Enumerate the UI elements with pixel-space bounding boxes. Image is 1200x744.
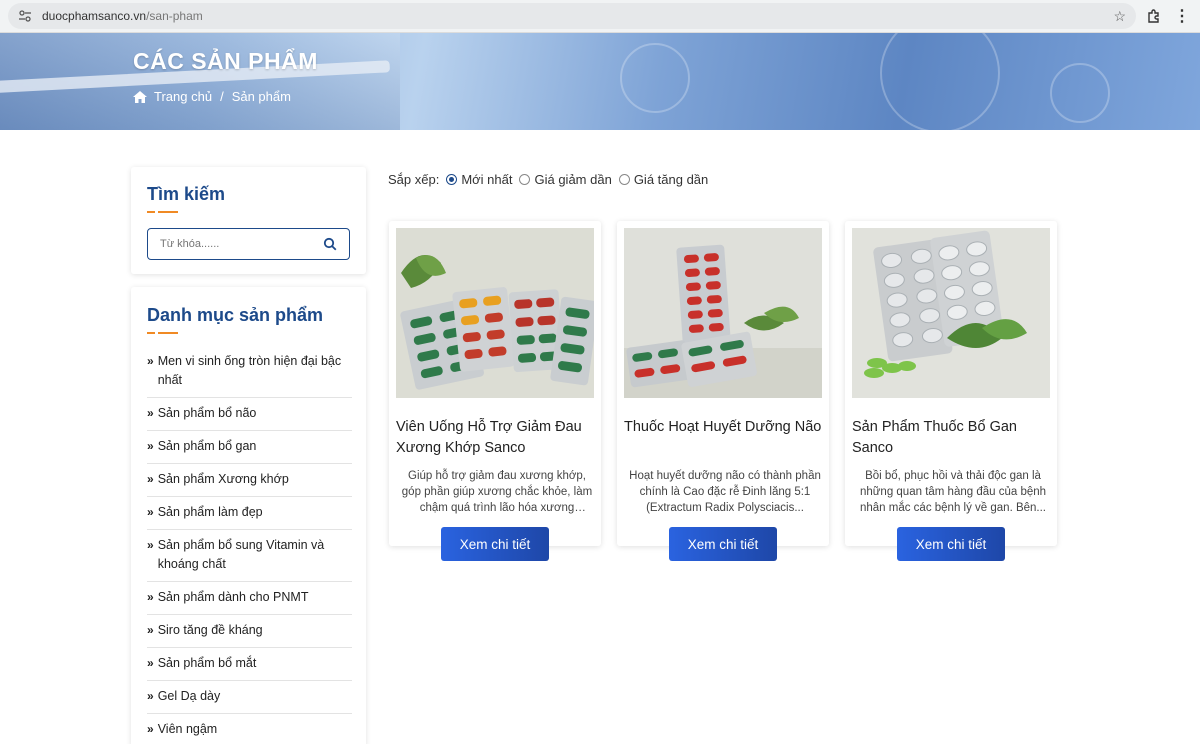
category-widget: Danh mục sản phẩm » Men vi sinh ống tròn … bbox=[131, 287, 366, 744]
category-list: » Men vi sinh ống tròn hiện đại bậc nhất … bbox=[147, 346, 352, 744]
product-description: Hoạt huyết dưỡng não có thành phần chính… bbox=[629, 470, 821, 514]
search-widget: Tìm kiếm bbox=[131, 167, 366, 274]
category-item[interactable]: » Sản phẩm Xương khớp bbox=[147, 464, 352, 497]
category-item[interactable]: » Sản phẩm bổ gan bbox=[147, 431, 352, 464]
category-item[interactable]: » Viên ngậm bbox=[147, 714, 352, 744]
sort-bar: Sắp xếp: Mới nhất Giá giảm dần Giá tăng … bbox=[388, 172, 708, 187]
product-card[interactable]: Viên Uống Hỗ Trợ Giảm Đau Xương Khớp San… bbox=[389, 221, 601, 561]
bookmark-star-icon[interactable]: ☆ bbox=[1113, 8, 1126, 25]
search-widget-title: Tìm kiếm bbox=[147, 184, 226, 204]
browser-menu-icon[interactable]: ⋮ bbox=[1172, 6, 1192, 26]
category-item[interactable]: » Sản phẩm bổ não bbox=[147, 398, 352, 431]
site-info-icon[interactable] bbox=[18, 9, 32, 23]
category-item[interactable]: » Gel Dạ dày bbox=[147, 681, 352, 714]
product-image[interactable] bbox=[396, 228, 594, 398]
title-underline bbox=[147, 211, 350, 213]
view-detail-button[interactable]: Xem chi tiết bbox=[441, 527, 549, 561]
double-chevron-right-icon: » bbox=[147, 538, 154, 552]
address-bar[interactable]: duocphamsanco.vn/san-pham ☆ bbox=[8, 3, 1136, 29]
url-text: duocphamsanco.vn/san-pham bbox=[42, 9, 203, 23]
view-detail-button[interactable]: Xem chi tiết bbox=[897, 527, 1005, 561]
view-detail-button[interactable]: Xem chi tiết bbox=[669, 527, 777, 561]
search-icon[interactable] bbox=[323, 237, 337, 251]
banner-molecule-decoration bbox=[1050, 63, 1110, 123]
product-name[interactable]: Viên Uống Hỗ Trợ Giảm Đau Xương Khớp San… bbox=[396, 417, 596, 459]
double-chevron-right-icon: » bbox=[147, 689, 154, 703]
main-content: Tìm kiếm Danh mục sản phẩm »Men vi sinh … bbox=[0, 130, 1200, 744]
product-description: Giúp hỗ trợ giảm đau xương khớp, góp phầ… bbox=[401, 470, 593, 514]
double-chevron-right-icon: » bbox=[147, 590, 154, 604]
search-field[interactable] bbox=[147, 228, 350, 260]
breadcrumb-current: Sản phẩm bbox=[231, 89, 291, 104]
category-widget-title: Danh mục sản phẩm bbox=[147, 305, 324, 325]
category-item[interactable]: » Sản phẩm dành cho PNMT bbox=[147, 582, 352, 615]
home-icon bbox=[133, 90, 147, 103]
extensions-icon[interactable] bbox=[1136, 8, 1172, 24]
product-name[interactable]: Sản Phẩm Thuốc Bổ Gan Sanco bbox=[852, 417, 1052, 459]
double-chevron-right-icon: » bbox=[147, 354, 154, 368]
double-chevron-right-icon: » bbox=[147, 623, 154, 637]
product-name[interactable]: Thuốc Hoạt Huyết Dưỡng Não bbox=[624, 417, 824, 438]
sort-option-price-desc[interactable]: Giá giảm dần bbox=[519, 172, 612, 187]
product-card[interactable]: Thuốc Hoạt Huyết Dưỡng Não Hoạt huyết dư… bbox=[617, 221, 829, 561]
double-chevron-right-icon: » bbox=[147, 722, 154, 736]
category-item[interactable]: » Sản phẩm làm đẹp bbox=[147, 497, 352, 530]
sort-option-price-asc[interactable]: Giá tăng dần bbox=[618, 172, 708, 187]
double-chevron-right-icon: » bbox=[147, 406, 154, 420]
product-image[interactable] bbox=[852, 228, 1050, 398]
browser-toolbar: duocphamsanco.vn/san-pham ☆ ⋮ bbox=[0, 0, 1200, 33]
category-item[interactable]: » Siro tăng đề kháng bbox=[147, 615, 352, 648]
radio-checked-icon[interactable] bbox=[446, 174, 458, 185]
banner-molecule-decoration bbox=[880, 33, 1000, 130]
category-item[interactable]: » Sản phẩm bổ mắt bbox=[147, 648, 352, 681]
category-item[interactable]: » Sản phẩm bổ sung Vitamin và khoáng chất bbox=[147, 530, 352, 582]
sort-option-newest[interactable]: Mới nhất bbox=[446, 172, 512, 187]
product-card[interactable]: Sản Phẩm Thuốc Bổ Gan Sanco Bồi bổ, phục… bbox=[845, 221, 1057, 561]
page-banner: CÁC SẢN PHẨM Trang chủ / Sản phẩm bbox=[0, 33, 1200, 130]
double-chevron-right-icon: » bbox=[147, 472, 154, 486]
radio-unchecked-icon[interactable] bbox=[618, 174, 630, 185]
search-input[interactable] bbox=[160, 238, 323, 250]
banner-molecule-decoration bbox=[620, 43, 690, 113]
breadcrumb-home-link[interactable]: Trang chủ bbox=[154, 89, 212, 104]
breadcrumb: Trang chủ / Sản phẩm bbox=[133, 89, 291, 104]
double-chevron-right-icon: » bbox=[147, 656, 154, 670]
title-underline bbox=[147, 332, 350, 334]
page-title: CÁC SẢN PHẨM bbox=[133, 48, 318, 74]
product-description: Bồi bổ, phục hồi và thải độc gan là nhữn… bbox=[859, 470, 1047, 514]
category-item[interactable]: » Men vi sinh ống tròn hiện đại bậc nhất bbox=[147, 346, 352, 398]
double-chevron-right-icon: » bbox=[147, 439, 154, 453]
double-chevron-right-icon: » bbox=[147, 505, 154, 519]
breadcrumb-separator: / bbox=[220, 89, 224, 104]
sort-label: Sắp xếp: bbox=[388, 172, 440, 187]
radio-unchecked-icon[interactable] bbox=[519, 174, 531, 185]
product-image[interactable] bbox=[624, 228, 822, 398]
